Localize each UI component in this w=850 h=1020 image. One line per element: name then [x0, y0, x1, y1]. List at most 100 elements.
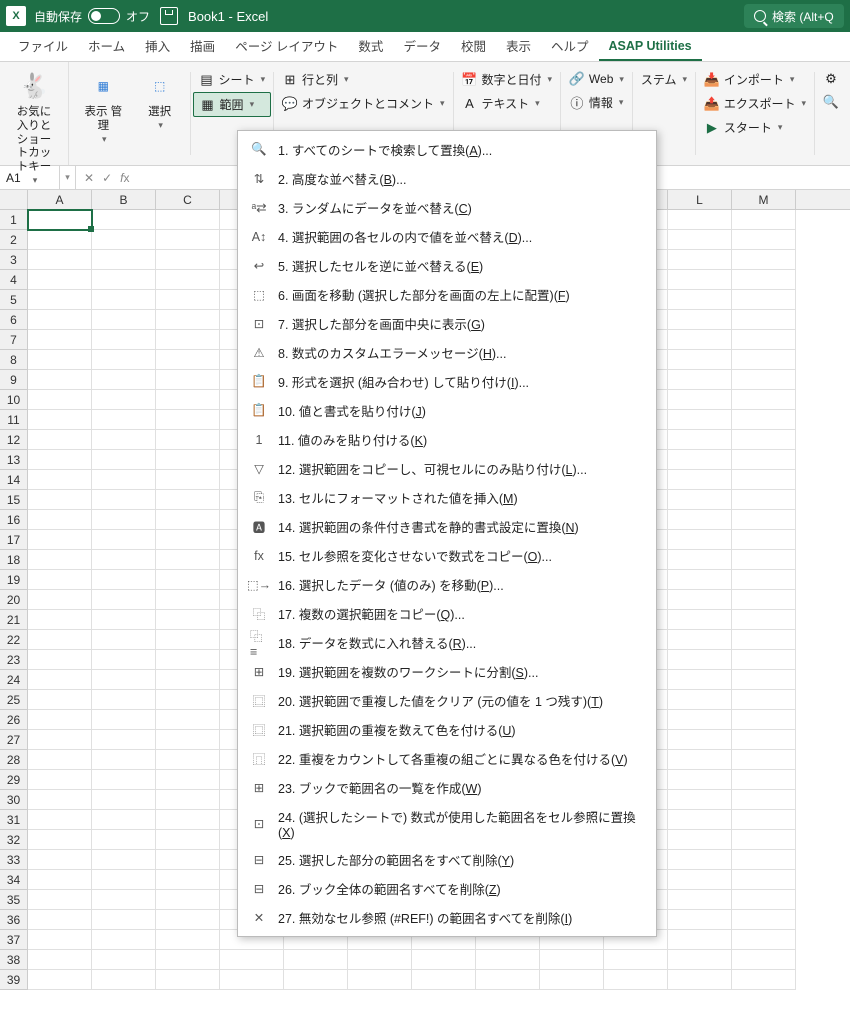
row-header[interactable]: 8: [0, 350, 28, 370]
cell[interactable]: [540, 970, 604, 990]
row-header[interactable]: 23: [0, 650, 28, 670]
column-header[interactable]: M: [732, 190, 796, 209]
row-header[interactable]: 5: [0, 290, 28, 310]
cell[interactable]: [28, 670, 92, 690]
search-tool-button[interactable]: 🔍: [817, 91, 845, 113]
cell[interactable]: [732, 810, 796, 830]
cell[interactable]: [156, 370, 220, 390]
settings-button[interactable]: ⚙: [817, 68, 845, 90]
cell[interactable]: [92, 690, 156, 710]
cell[interactable]: [668, 370, 732, 390]
cell[interactable]: [28, 350, 92, 370]
cell[interactable]: [668, 730, 732, 750]
cell[interactable]: [476, 950, 540, 970]
cell[interactable]: [412, 970, 476, 990]
cell[interactable]: [92, 290, 156, 310]
cell[interactable]: [668, 850, 732, 870]
cell[interactable]: [156, 870, 220, 890]
row-header[interactable]: 31: [0, 810, 28, 830]
cell[interactable]: [668, 750, 732, 770]
row-header[interactable]: 22: [0, 630, 28, 650]
cell[interactable]: [732, 730, 796, 750]
cell[interactable]: [732, 610, 796, 630]
row-header[interactable]: 3: [0, 250, 28, 270]
import-button[interactable]: 📥インポート▾: [698, 68, 812, 91]
cell[interactable]: [732, 510, 796, 530]
cell[interactable]: [732, 650, 796, 670]
cell[interactable]: [732, 490, 796, 510]
cell[interactable]: [668, 390, 732, 410]
cell[interactable]: [668, 290, 732, 310]
cell[interactable]: [412, 950, 476, 970]
cell[interactable]: [156, 270, 220, 290]
row-header[interactable]: 18: [0, 550, 28, 570]
row-header[interactable]: 26: [0, 710, 28, 730]
menu-item-2[interactable]: ⇅2. 高度な並べ替え(B)...: [238, 164, 656, 193]
cell[interactable]: [156, 410, 220, 430]
row-header[interactable]: 27: [0, 730, 28, 750]
cell[interactable]: [28, 310, 92, 330]
cell[interactable]: [668, 270, 732, 290]
row-header[interactable]: 1: [0, 210, 28, 230]
cell[interactable]: [156, 570, 220, 590]
cell[interactable]: [92, 650, 156, 670]
cell[interactable]: [668, 310, 732, 330]
cell[interactable]: [732, 830, 796, 850]
cell[interactable]: [156, 350, 220, 370]
row-header[interactable]: 39: [0, 970, 28, 990]
cell[interactable]: [732, 310, 796, 330]
row-header[interactable]: 11: [0, 410, 28, 430]
cell[interactable]: [668, 650, 732, 670]
cell[interactable]: [284, 970, 348, 990]
cell[interactable]: [732, 590, 796, 610]
cell[interactable]: [92, 330, 156, 350]
menu-item-10[interactable]: 📋10. 値と書式を貼り付け(J): [238, 396, 656, 425]
cell[interactable]: [28, 890, 92, 910]
row-header[interactable]: 30: [0, 790, 28, 810]
cell[interactable]: [28, 910, 92, 930]
cell[interactable]: [156, 530, 220, 550]
cell[interactable]: [156, 250, 220, 270]
column-header[interactable]: L: [668, 190, 732, 209]
menu-item-16[interactable]: ⬚→16. 選択したデータ (値のみ) を移動(P)...: [238, 570, 656, 599]
row-header[interactable]: 13: [0, 450, 28, 470]
row-header[interactable]: 21: [0, 610, 28, 630]
row-header[interactable]: 35: [0, 890, 28, 910]
cell[interactable]: [668, 470, 732, 490]
cell[interactable]: [28, 650, 92, 670]
menu-item-4[interactable]: A↕4. 選択範囲の各セルの内で値を並べ替え(D)...: [238, 222, 656, 251]
row-header[interactable]: 28: [0, 750, 28, 770]
cell[interactable]: [732, 370, 796, 390]
range-button[interactable]: ▦範囲▾: [193, 92, 272, 117]
menu-item-27[interactable]: ✕27. 無効なセル参照 (#REF!) の範囲名すべてを削除(I): [238, 903, 656, 932]
menu-item-1[interactable]: 🔍1. すべてのシートで検索して置換(A)...: [238, 135, 656, 164]
cell[interactable]: [156, 590, 220, 610]
cell[interactable]: [156, 770, 220, 790]
cell[interactable]: [92, 510, 156, 530]
cell[interactable]: [540, 950, 604, 970]
cell[interactable]: [732, 910, 796, 930]
cell[interactable]: [92, 350, 156, 370]
cell[interactable]: [668, 790, 732, 810]
cell[interactable]: [92, 710, 156, 730]
start-button[interactable]: ▶スタート▾: [698, 116, 812, 139]
cell[interactable]: [28, 510, 92, 530]
cell[interactable]: [28, 710, 92, 730]
select-all-corner[interactable]: [0, 190, 28, 209]
cell[interactable]: [668, 490, 732, 510]
cell[interactable]: [28, 970, 92, 990]
cell[interactable]: [732, 210, 796, 230]
cell[interactable]: [732, 550, 796, 570]
cell[interactable]: [668, 530, 732, 550]
cell[interactable]: [156, 330, 220, 350]
cell[interactable]: [28, 430, 92, 450]
cell[interactable]: [732, 330, 796, 350]
cell[interactable]: [28, 550, 92, 570]
objcomment-button[interactable]: 💬オブジェクトとコメント▾: [276, 92, 451, 115]
menu-item-20[interactable]: ⿴20. 選択範囲で重複した値をクリア (元の値を 1 つ残す)(T): [238, 686, 656, 715]
menu-item-5[interactable]: ↩5. 選択したセルを逆に並べ替える(E): [238, 251, 656, 280]
cell[interactable]: [92, 910, 156, 930]
cell[interactable]: [28, 250, 92, 270]
cell[interactable]: [156, 290, 220, 310]
row-header[interactable]: 12: [0, 430, 28, 450]
